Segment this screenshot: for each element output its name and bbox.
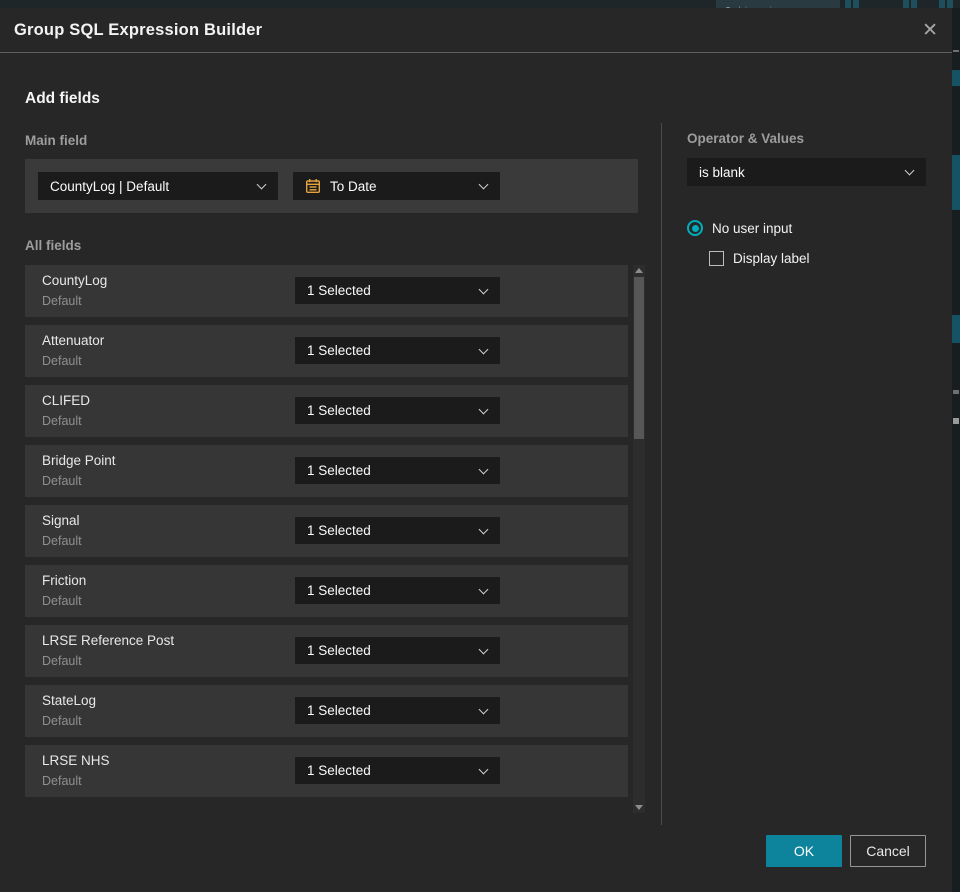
- chevron-down-icon: [478, 404, 489, 415]
- field-subtitle: Default: [42, 714, 82, 728]
- radio-selected-icon[interactable]: [687, 220, 703, 236]
- field-selection-value: 1 Selected: [307, 283, 371, 298]
- field-subtitle: Default: [42, 774, 82, 788]
- close-icon[interactable]: ✕: [922, 21, 938, 40]
- background-bar-icon: [939, 0, 945, 8]
- dialog-title: Group SQL Expression Builder: [14, 20, 263, 39]
- operator-values-label: Operator & Values: [687, 131, 805, 146]
- background-bar-icon: [845, 0, 851, 8]
- field-row: Bridge Point Default 1 Selected: [25, 445, 628, 497]
- field-row: LRSE Reference Post Default 1 Selected: [25, 625, 628, 677]
- field-selection-dropdown[interactable]: 1 Selected: [295, 577, 500, 604]
- display-label-text: Display label: [733, 251, 810, 266]
- no-user-input-radio[interactable]: No user input: [687, 220, 792, 236]
- live-view-indicator: Live view: [716, 0, 840, 8]
- main-field-dropdown[interactable]: CountyLog | Default: [38, 172, 278, 200]
- field-row: CLIFED Default 1 Selected: [25, 385, 628, 437]
- group-sql-expression-builder-dialog: Group SQL Expression Builder ✕ Add field…: [0, 8, 952, 892]
- chevron-down-icon: [478, 284, 489, 295]
- field-name: Signal: [42, 513, 80, 528]
- cancel-button[interactable]: Cancel: [850, 835, 926, 867]
- field-selection-dropdown[interactable]: 1 Selected: [295, 517, 500, 544]
- field-type-dropdown-value: To Date: [330, 178, 377, 194]
- background-bar-icon: [903, 0, 909, 8]
- all-fields-label: All fields: [25, 238, 82, 253]
- field-selection-dropdown[interactable]: 1 Selected: [295, 337, 500, 364]
- chevron-down-icon: [256, 179, 267, 190]
- chevron-down-icon: [478, 344, 489, 355]
- field-selection-value: 1 Selected: [307, 403, 371, 418]
- field-selection-dropdown[interactable]: 1 Selected: [295, 757, 500, 784]
- field-name: CountyLog: [42, 273, 108, 288]
- field-row: Attenuator Default 1 Selected: [25, 325, 628, 377]
- field-selection-dropdown[interactable]: 1 Selected: [295, 637, 500, 664]
- chevron-down-icon: [478, 584, 489, 595]
- background-bar-icon: [947, 0, 953, 8]
- background-app-strip: Live view: [0, 0, 960, 8]
- field-subtitle: Default: [42, 354, 82, 368]
- checkbox-unchecked-icon[interactable]: [709, 251, 724, 266]
- background-bar-icon: [853, 0, 859, 8]
- scroll-up-icon[interactable]: [635, 268, 643, 273]
- operator-dropdown-value: is blank: [699, 164, 745, 180]
- field-subtitle: Default: [42, 474, 82, 488]
- field-selection-value: 1 Selected: [307, 343, 371, 358]
- panel-divider: [661, 123, 662, 825]
- field-selection-dropdown[interactable]: 1 Selected: [295, 277, 500, 304]
- field-selection-value: 1 Selected: [307, 523, 371, 538]
- field-subtitle: Default: [42, 414, 82, 428]
- field-selection-value: 1 Selected: [307, 463, 371, 478]
- field-name: Bridge Point: [42, 453, 116, 468]
- chevron-down-icon: [478, 464, 489, 475]
- field-selection-value: 1 Selected: [307, 583, 371, 598]
- field-row: LRSE NHS Default 1 Selected: [25, 745, 628, 797]
- field-name: LRSE Reference Post: [42, 633, 175, 648]
- scrollbar-thumb[interactable]: [634, 277, 644, 439]
- ok-button[interactable]: OK: [766, 835, 842, 867]
- field-name: LRSE NHS: [42, 753, 110, 768]
- field-row: StateLog Default 1 Selected: [25, 685, 628, 737]
- main-field-label: Main field: [25, 133, 88, 148]
- field-name: Attenuator: [42, 333, 105, 348]
- field-type-dropdown[interactable]: To Date: [293, 172, 500, 200]
- operator-dropdown[interactable]: is blank: [687, 158, 926, 186]
- fields-scrollbar[interactable]: [633, 265, 645, 813]
- field-row: Signal Default 1 Selected: [25, 505, 628, 557]
- calendar-icon: [306, 179, 321, 194]
- main-field-dropdown-value: CountyLog | Default: [50, 178, 170, 194]
- display-label-checkbox[interactable]: Display label: [709, 251, 810, 266]
- field-subtitle: Default: [42, 294, 82, 308]
- field-subtitle: Default: [42, 594, 82, 608]
- no-user-input-label: No user input: [712, 220, 793, 236]
- chevron-down-icon: [478, 524, 489, 535]
- all-fields-list: CountyLog Default 1 Selected Attenuator …: [25, 265, 628, 805]
- chevron-down-icon: [904, 165, 915, 176]
- field-subtitle: Default: [42, 534, 82, 548]
- chevron-down-icon: [478, 704, 489, 715]
- field-row: CountyLog Default 1 Selected: [25, 265, 628, 317]
- live-view-label: Live view: [738, 0, 787, 9]
- dialog-titlebar: Group SQL Expression Builder ✕: [0, 8, 952, 53]
- background-app-edge: [952, 8, 960, 892]
- field-selection-value: 1 Selected: [307, 763, 371, 778]
- field-name: Friction: [42, 573, 87, 588]
- field-selection-dropdown[interactable]: 1 Selected: [295, 697, 500, 724]
- chevron-down-icon: [478, 179, 489, 190]
- background-bar-icon: [911, 0, 917, 8]
- chevron-down-icon: [478, 764, 489, 775]
- section-title-add-fields: Add fields: [25, 90, 100, 107]
- main-field-box: CountyLog | Default To Date: [25, 159, 638, 213]
- field-selection-value: 1 Selected: [307, 703, 371, 718]
- field-name: StateLog: [42, 693, 97, 708]
- field-name: CLIFED: [42, 393, 91, 408]
- field-selection-value: 1 Selected: [307, 643, 371, 658]
- field-subtitle: Default: [42, 654, 82, 668]
- field-selection-dropdown[interactable]: 1 Selected: [295, 397, 500, 424]
- field-selection-dropdown[interactable]: 1 Selected: [295, 457, 500, 484]
- scroll-down-icon[interactable]: [635, 805, 643, 810]
- chevron-down-icon: [478, 644, 489, 655]
- field-row: Friction Default 1 Selected: [25, 565, 628, 617]
